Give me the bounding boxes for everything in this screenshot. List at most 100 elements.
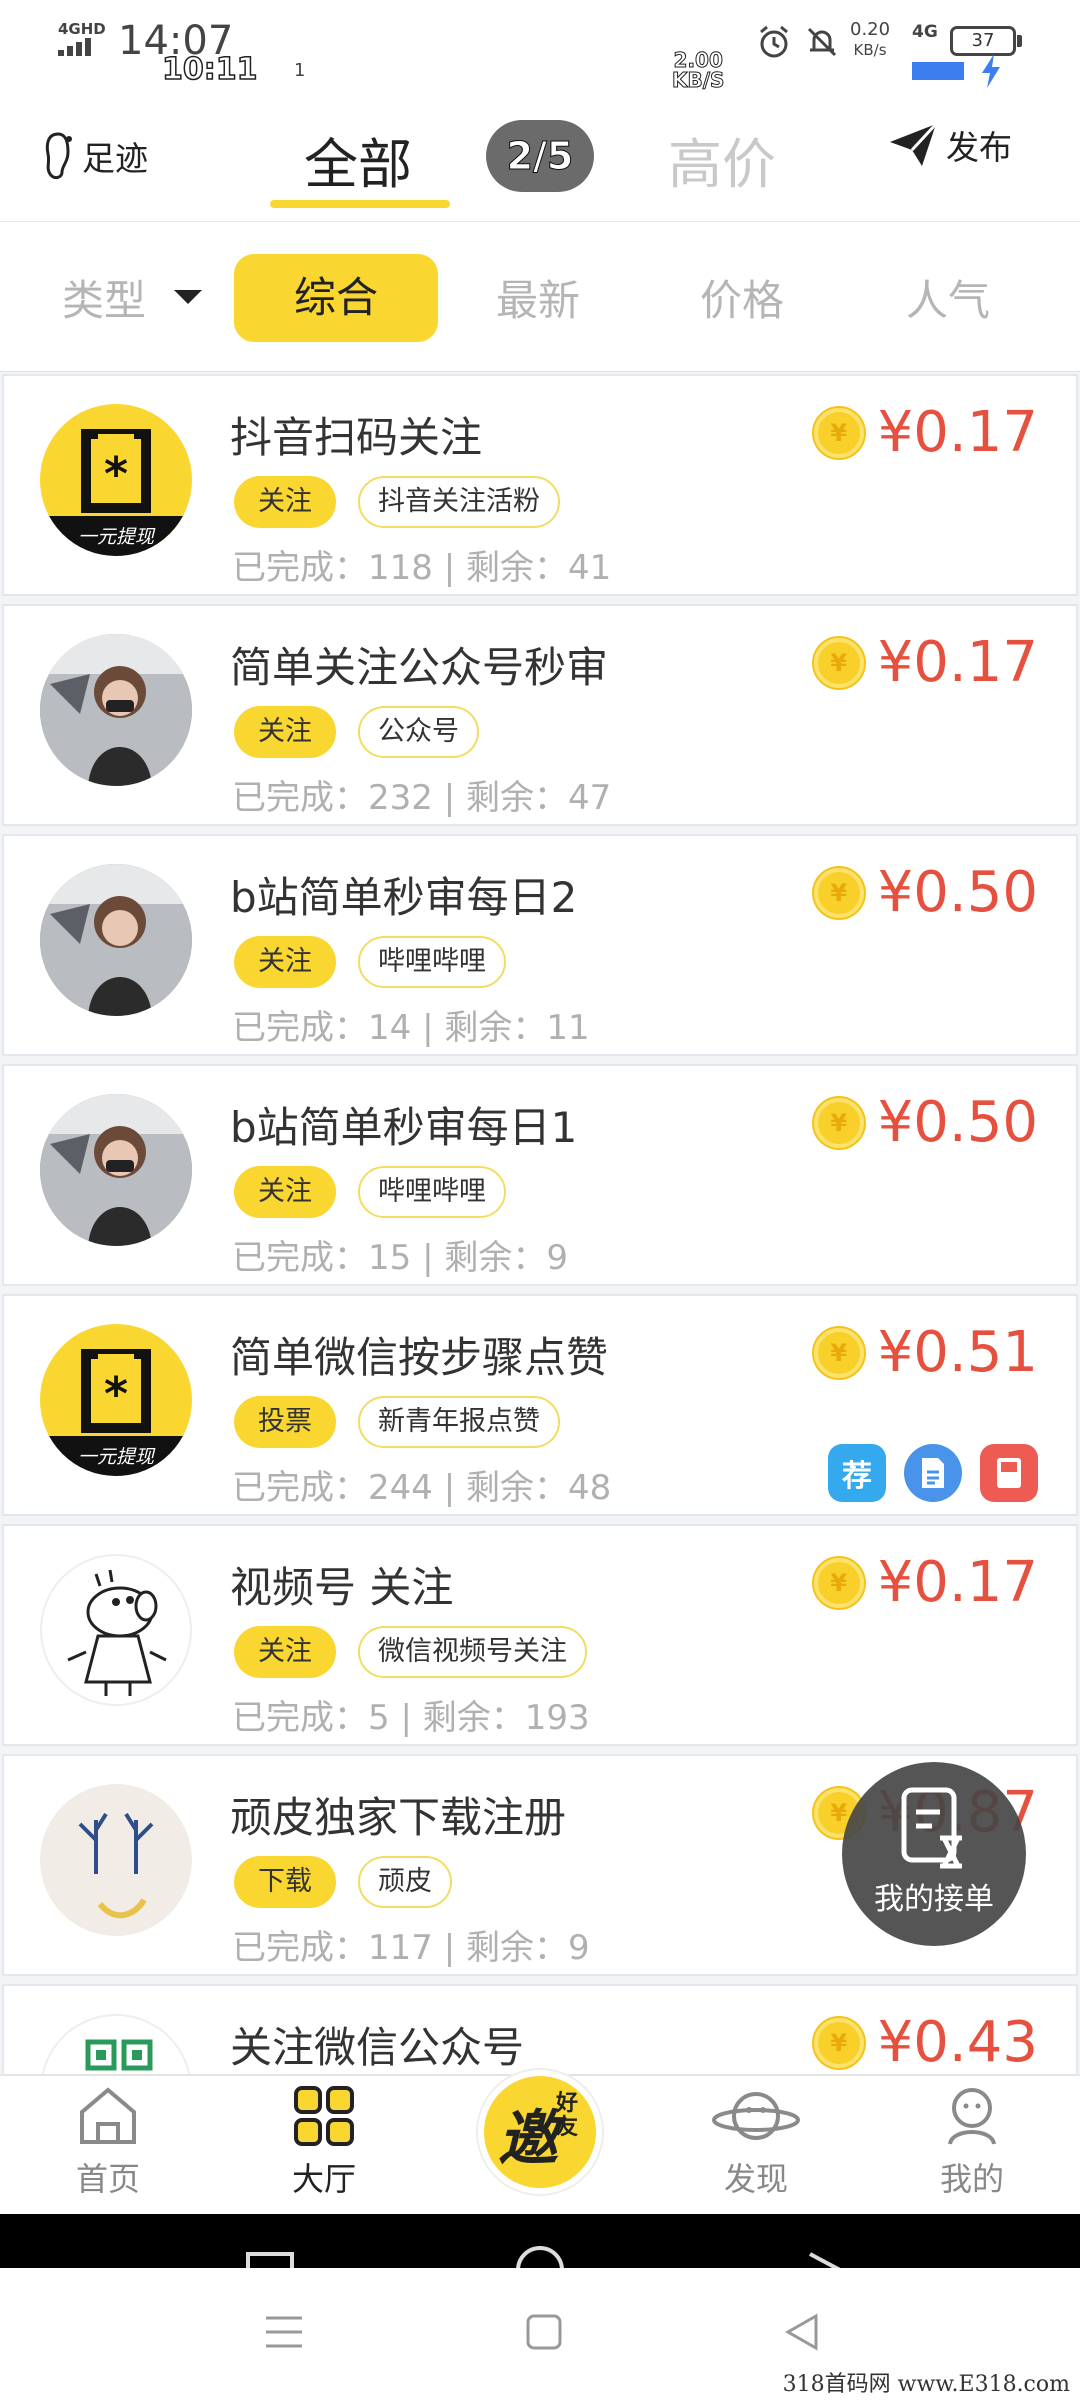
publish-button[interactable]: 发布 bbox=[888, 120, 1012, 170]
task-category-tag: 下载 bbox=[234, 1856, 336, 1908]
tab-home-label: 首页 bbox=[75, 2160, 140, 2198]
task-card[interactable]: b站简单秒审每日2 关注 哔哩哔哩 已完成：14 | 剩余：11 ¥ ¥0.50 bbox=[2, 834, 1078, 1056]
task-category-tag: 关注 bbox=[234, 1626, 336, 1678]
tab-hall-label: 大厅 bbox=[291, 2160, 356, 2198]
type-filter-dropdown[interactable]: 类型 bbox=[62, 267, 146, 328]
task-card[interactable]: b站简单秒审每日1 关注 哔哩哔哩 已完成：15 | 剩余：9 ¥ ¥0.50 bbox=[2, 1064, 1078, 1286]
invite-small-char-1: 好 bbox=[556, 2091, 579, 2116]
task-category-tag: 投票 bbox=[234, 1396, 336, 1448]
speed-overlay-value: 2.00 bbox=[673, 48, 723, 72]
tab-home[interactable]: 首页 bbox=[28, 2086, 188, 2200]
task-tags: 关注 哔哩哔哩 bbox=[234, 936, 506, 988]
order-list-icon bbox=[901, 1787, 962, 1869]
tab-all[interactable]: 全部 bbox=[304, 120, 412, 199]
filter-price[interactable]: 价格 bbox=[700, 267, 784, 328]
deer-antler-icon bbox=[78, 1812, 154, 1919]
avatar-qr bbox=[40, 2014, 192, 2074]
filter-newest[interactable]: 最新 bbox=[496, 267, 580, 328]
task-price: ¥0.17 bbox=[877, 400, 1038, 465]
planet-icon bbox=[712, 2092, 800, 2140]
redpacket-badge-icon bbox=[980, 1444, 1038, 1502]
coin-icon: ¥ bbox=[813, 1097, 864, 1148]
filter-comprehensive[interactable]: 综合 bbox=[234, 254, 438, 342]
caret-down-icon[interactable] bbox=[174, 290, 202, 304]
battery-tip bbox=[1017, 35, 1022, 47]
task-card[interactable]: * 一元提现 简单微信按步骤点赞 投票 新青年报点赞 已完成：244 | 剩余：… bbox=[2, 1294, 1078, 1516]
task-subtag: 顽皮 bbox=[358, 1856, 452, 1908]
logo-caption: 一元提现 bbox=[77, 1446, 154, 1468]
avatar-deer bbox=[40, 1784, 192, 1936]
task-tags: 关注 抖音关注活粉 bbox=[234, 476, 560, 528]
footprint-label: 足迹 bbox=[82, 139, 148, 178]
task-tags: 关注 公众号 bbox=[234, 706, 479, 758]
task-price-group: ¥ ¥0.17 bbox=[813, 630, 1038, 695]
qr-code-icon bbox=[85, 2039, 153, 2071]
task-stats: 已完成：14 | 剩余：11 bbox=[232, 1008, 590, 1048]
task-card[interactable]: 视频号 关注 关注 微信视频号关注 已完成：5 | 剩余：193 ¥ ¥0.17 bbox=[2, 1524, 1078, 1746]
avatar-logo: * 一元提现 bbox=[40, 1324, 192, 1476]
task-stats: 已完成：15 | 剩余：9 bbox=[232, 1238, 568, 1278]
invite-friends-button[interactable]: 邀 好 友 bbox=[478, 2070, 602, 2194]
user-photo-icon bbox=[40, 864, 192, 1016]
avatar-photo bbox=[40, 634, 192, 786]
filter-bar: 类型 综合 最新 价格 人气 bbox=[0, 222, 1080, 372]
tab-mine[interactable]: 我的 bbox=[892, 2086, 1052, 2200]
task-price-group: ¥ ¥0.50 bbox=[813, 860, 1038, 925]
task-stats: 已完成：5 | 剩余：193 bbox=[232, 1698, 590, 1738]
task-price: ¥0.17 bbox=[877, 1550, 1038, 1615]
page-indicator-badge: 2/5 bbox=[486, 120, 594, 192]
user-photo-icon bbox=[40, 1094, 192, 1246]
task-price-group: ¥ ¥0.50 bbox=[813, 1090, 1038, 1155]
task-title: 抖音扫码关注 bbox=[230, 413, 483, 462]
task-subtag: 微信视频号关注 bbox=[358, 1626, 587, 1678]
task-price: ¥0.50 bbox=[877, 860, 1038, 925]
task-category-tag: 关注 bbox=[234, 476, 336, 528]
my-orders-float-button[interactable]: 我的接单 bbox=[842, 1762, 1026, 1946]
task-card[interactable]: * 一元提现 抖音扫码关注 关注 抖音关注活粉 已完成：118 | 剩余：41 … bbox=[2, 374, 1078, 596]
task-category-tag: 关注 bbox=[234, 936, 336, 988]
tab-hall[interactable]: 大厅 bbox=[244, 2086, 404, 2200]
tab-underline bbox=[270, 200, 450, 208]
recommended-badge-icon: 荐 bbox=[828, 1444, 886, 1502]
task-subtag: 公众号 bbox=[358, 706, 479, 758]
document-badge-icon bbox=[904, 1444, 962, 1502]
task-subtag: 抖音关注活粉 bbox=[358, 476, 560, 528]
task-title: 顽皮独家下载注册 bbox=[230, 1793, 567, 1842]
menu-icon[interactable] bbox=[264, 2312, 304, 2352]
task-card[interactable]: 关注微信公众号 ¥ ¥0.43 bbox=[2, 1984, 1078, 2074]
back-triangle-icon[interactable] bbox=[782, 2312, 822, 2352]
task-tags: 关注 微信视频号关注 bbox=[234, 1626, 587, 1678]
tab-high-price[interactable]: 高价 bbox=[668, 120, 776, 199]
cartoon-pig-icon bbox=[67, 1569, 167, 1696]
notification-count: 1 bbox=[294, 60, 306, 81]
task-price-group: ¥ ¥0.43 bbox=[813, 2010, 1038, 2074]
task-price: ¥0.50 bbox=[877, 1090, 1038, 1155]
task-subtag: 新青年报点赞 bbox=[358, 1396, 560, 1448]
task-price-group: ¥ ¥0.17 bbox=[813, 1550, 1038, 1615]
task-stats: 已完成：244 | 剩余：48 bbox=[232, 1468, 612, 1508]
task-card[interactable]: 简单关注公众号秒审 关注 公众号 已完成：232 | 剩余：47 ¥ ¥0.17 bbox=[2, 604, 1078, 826]
bottom-tab-bar: 首页 大厅 邀 好 友 发现 我的 bbox=[0, 2070, 1080, 2214]
task-price: ¥0.51 bbox=[877, 1320, 1038, 1385]
filter-popularity[interactable]: 人气 bbox=[906, 267, 990, 328]
avatar-cartoon bbox=[40, 1554, 192, 1706]
tab-discover[interactable]: 发现 bbox=[676, 2086, 836, 2200]
paper-plane-icon bbox=[890, 122, 938, 166]
svg-text:*: * bbox=[104, 1367, 128, 1421]
coin-icon: ¥ bbox=[813, 1327, 864, 1378]
task-tags: 关注 哔哩哔哩 bbox=[234, 1166, 506, 1218]
task-price: ¥0.43 bbox=[877, 2010, 1038, 2074]
coin-icon: ¥ bbox=[813, 1557, 864, 1608]
clock-overlay: 10:11 bbox=[161, 51, 258, 88]
logo-caption: 一元提现 bbox=[77, 526, 154, 548]
task-title: 关注微信公众号 bbox=[230, 2023, 525, 2072]
mute-bell-icon bbox=[807, 27, 837, 57]
footprint-button[interactable]: 足迹 bbox=[40, 130, 148, 182]
home-square-icon[interactable] bbox=[524, 2312, 564, 2352]
coin-icon: ¥ bbox=[813, 407, 864, 458]
task-stats: 已完成：118 | 剩余：41 bbox=[232, 548, 612, 588]
task-price-group: ¥ ¥0.17 bbox=[813, 400, 1038, 465]
task-title: 简单微信按步骤点赞 bbox=[230, 1333, 609, 1382]
task-stats: 已完成：117 | 剩余：9 bbox=[232, 1928, 590, 1968]
svg-text:*: * bbox=[104, 447, 128, 501]
